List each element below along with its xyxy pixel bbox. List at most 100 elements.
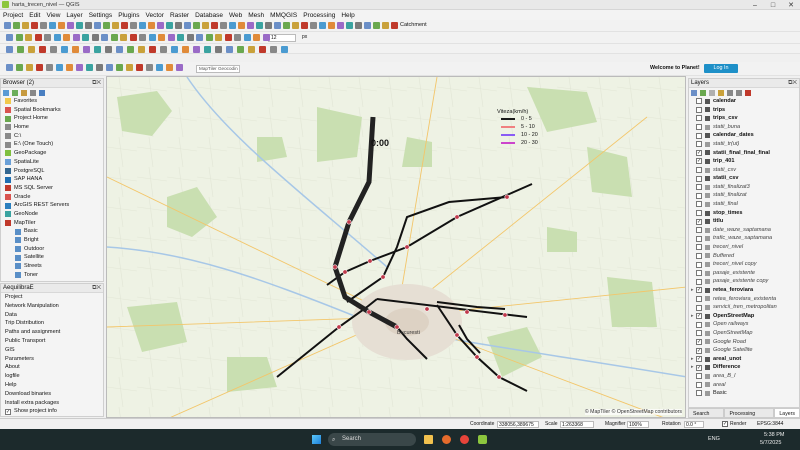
add-icon[interactable] [3,89,9,96]
toolbar-tool-icon[interactable] [364,22,371,29]
toolbar-tool-icon[interactable] [63,34,70,41]
toolbar-tool-icon[interactable] [22,22,29,29]
toolbar-tool-icon[interactable] [248,46,255,53]
toolbar-tool-icon[interactable] [177,34,184,41]
toolbar-tool-icon[interactable] [103,22,110,29]
toolbar-tool-icon[interactable] [96,64,103,71]
clock-time[interactable]: 5:38 PM [764,432,784,438]
toolbar-tool-icon[interactable] [166,64,173,71]
toolbar-tool-icon[interactable] [61,46,68,53]
toolbar-tool-icon[interactable] [105,46,112,53]
toolbar-tool-icon[interactable] [130,22,137,29]
close-button[interactable]: ✕ [782,0,800,10]
toolbar-tool-icon[interactable] [101,34,108,41]
toolbar-tool-icon[interactable] [262,34,270,41]
layer-visibility-checkbox[interactable] [696,278,702,285]
layer-visibility-checkbox[interactable] [696,381,702,388]
dock-tab[interactable]: Search QMS [688,408,725,427]
layer-item[interactable]: trips_csv [691,114,799,123]
layer-visibility-checkbox[interactable]: ✓ [696,149,702,156]
file-explorer-icon[interactable] [424,435,433,444]
aequilibrae-menu-item[interactable]: Help [5,381,103,390]
layer-visibility-checkbox[interactable] [696,244,702,251]
layer-visibility-checkbox[interactable] [696,201,702,208]
layer-item[interactable]: treceri_nivel [691,243,799,252]
toolbar-tool-icon[interactable] [39,46,46,53]
layer-visibility-checkbox[interactable] [696,390,702,397]
layer-item[interactable]: servicii_tren_metropolitan [691,303,799,312]
aequilibrae-menu-item[interactable]: Project [5,293,103,302]
toolbar-tool-icon[interactable] [91,34,99,41]
layer-visibility-checkbox[interactable] [696,321,702,328]
menu-item[interactable]: Project [3,12,23,19]
clock-date[interactable]: 5/7/2025 [760,440,781,446]
browser-item[interactable]: Oracle [5,193,103,202]
layer-item[interactable]: statii_tr(ut) [691,140,799,149]
toolbar-tool-icon[interactable] [53,34,61,41]
toolbar-tool-icon[interactable] [139,22,146,29]
filter-icon[interactable] [21,89,27,96]
toolbar-tool-icon[interactable] [76,22,83,29]
layer-item[interactable]: treceri_nivel copy [691,260,799,269]
toolbar-tool-icon[interactable] [72,46,79,53]
toolbar-tool-icon[interactable] [149,46,156,53]
toolbar-tool-icon[interactable] [204,46,211,53]
layer-item[interactable]: Buffered [691,252,799,261]
layer-visibility-checkbox[interactable] [696,115,702,122]
toolbar-tool-icon[interactable] [36,64,43,71]
aequilibrae-menu-item[interactable]: Data [5,311,103,320]
toolbar-tool-icon[interactable] [139,34,146,41]
toolbar-tool-icon[interactable] [237,46,244,53]
toolbar-tool-icon[interactable] [259,46,266,53]
layer-item[interactable]: OpenStreetMap [691,329,799,338]
toolbar-tool-icon[interactable] [110,34,118,41]
aequilibrae-menu-item[interactable]: Parameters [5,355,103,364]
toolbar-tool-icon[interactable] [116,64,123,71]
toolbar-tool-icon[interactable] [67,22,74,29]
browser-item[interactable]: E:\ (One Touch) [5,140,103,149]
toolbar-tool-icon[interactable] [17,46,24,53]
toolbar-tool-icon[interactable] [94,46,101,53]
render-checkbox[interactable]: ✓ [722,421,728,427]
layer-visibility-checkbox[interactable] [696,192,702,199]
toolbar-tool-icon[interactable] [34,34,42,41]
toolbar-tool-icon[interactable] [238,22,245,29]
toolbar-tool-icon[interactable] [148,34,156,41]
toolbar-tool-icon[interactable] [175,22,182,29]
toolbar-tool-icon[interactable] [83,46,90,53]
toolbar-tool-icon[interactable] [243,34,251,41]
browser-item[interactable]: GeoPackage [5,149,103,158]
menu-item[interactable]: Help [341,12,354,19]
toolbar-tool-icon[interactable] [215,34,222,41]
layer-visibility-checkbox[interactable] [696,106,702,113]
browser-item[interactable]: C:\ [5,132,103,141]
firefox-icon[interactable] [442,435,451,444]
layer-visibility-checkbox[interactable]: ✓ [696,218,702,225]
aequilibrae-menu-item[interactable]: Install extra packages [5,399,103,408]
toolbar-tool-icon[interactable] [256,22,263,29]
menu-item[interactable]: Processing [303,12,335,19]
toolbar-tool-icon[interactable] [158,34,165,41]
aequilibrae-menu-item[interactable]: Public Transport [5,337,103,346]
toolbar-tool-icon[interactable] [82,34,89,41]
browser-item[interactable]: Bright [5,236,103,245]
aequilibrae-menu-item[interactable]: Network Manipulation [5,302,103,311]
toolbar-tool-icon[interactable] [274,22,281,29]
unit-select[interactable]: px [302,34,307,40]
layer-item[interactable]: trips [691,106,799,115]
filter-legend-icon[interactable] [718,89,724,96]
layer-visibility-checkbox[interactable] [696,132,702,139]
toolbar-tool-icon[interactable] [50,46,57,53]
layer-item[interactable]: areal [691,381,799,390]
browser-item[interactable]: Outdoor [5,245,103,254]
layer-item[interactable]: ✓ Google Road [691,338,799,347]
toolbar-tool-icon[interactable] [127,46,134,53]
menu-item[interactable]: Edit [29,12,40,19]
toolbar-tool-icon[interactable] [355,22,362,29]
layer-visibility-checkbox[interactable] [696,330,702,337]
layer-item[interactable]: retea_feroviara_existenta [691,295,799,304]
layer-item[interactable]: stop_times [691,209,799,218]
layer-item[interactable]: statii_final [691,200,799,209]
visibility-icon[interactable] [709,89,715,96]
toolbar-tool-icon[interactable] [58,22,65,29]
